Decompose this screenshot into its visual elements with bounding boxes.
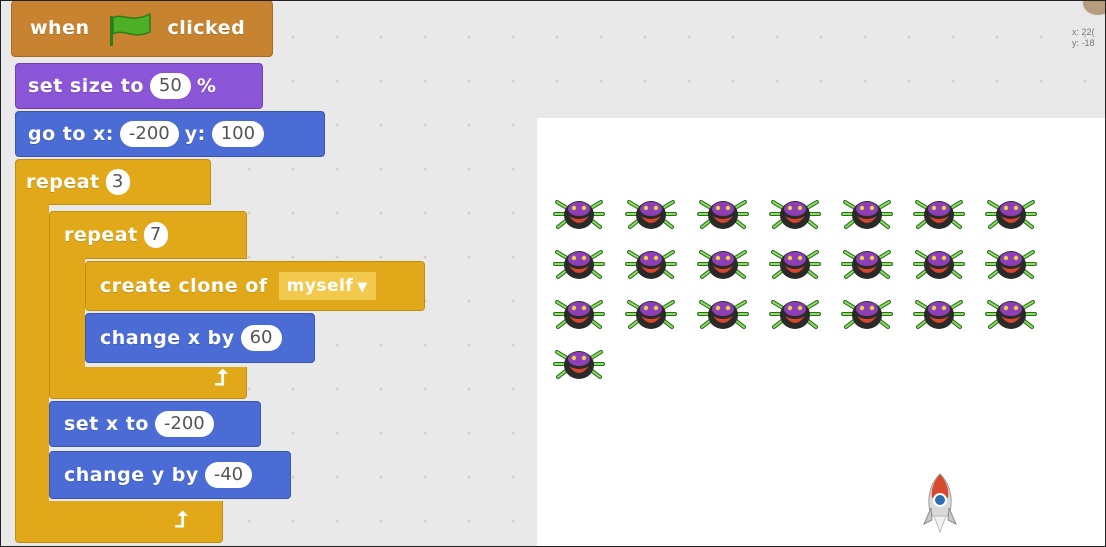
- repeat-outer-loop-icon: ⮥: [175, 507, 188, 532]
- go-to-xy-block[interactable]: go to x: -200 y: 100: [15, 111, 325, 157]
- beetle-clone-icon[interactable]: [985, 194, 1037, 234]
- clone-grid: [553, 194, 1049, 379]
- beetle-clone-icon[interactable]: [985, 294, 1037, 334]
- size-input[interactable]: 50: [149, 73, 191, 99]
- beetle-clone-icon[interactable]: [841, 194, 893, 234]
- stage[interactable]: [537, 118, 1105, 546]
- beetle-clone-icon[interactable]: [553, 344, 605, 384]
- beetle-clone-icon[interactable]: [697, 294, 749, 334]
- beetle-clone-icon[interactable]: [553, 194, 605, 234]
- go-to-y-input[interactable]: 100: [211, 121, 265, 147]
- set-x-block[interactable]: set x to -200: [49, 401, 261, 447]
- beetle-clone-icon[interactable]: [625, 194, 677, 234]
- repeat-inner-loop-icon: ⮥: [215, 365, 228, 390]
- clone-target-value: myself: [286, 276, 354, 296]
- beetle-clone-icon[interactable]: [625, 294, 677, 334]
- repeat-outer-foot: [15, 501, 223, 543]
- create-clone-label: create clone of: [100, 275, 268, 297]
- repeat-outer-count[interactable]: 3: [105, 169, 130, 195]
- beetle-clone-icon[interactable]: [913, 244, 965, 284]
- go-to-x-input[interactable]: -200: [119, 121, 179, 147]
- beetle-clone-icon[interactable]: [697, 194, 749, 234]
- beetle-clone-icon[interactable]: [769, 194, 821, 234]
- go-to-y-label: y:: [184, 123, 206, 145]
- set-x-label: set x to: [64, 413, 149, 435]
- scripts-area: when clicked set size to 50 % go to x: -…: [0, 0, 1106, 547]
- beetle-clone-icon[interactable]: [769, 244, 821, 284]
- beetle-clone-icon[interactable]: [841, 244, 893, 284]
- beetle-clone-icon[interactable]: [553, 244, 605, 284]
- change-x-block[interactable]: change x by 60: [85, 313, 315, 363]
- beetle-clone-icon[interactable]: [985, 244, 1037, 284]
- when-flag-clicked-block[interactable]: when clicked: [11, 1, 273, 57]
- hat-prefix: when: [30, 17, 90, 39]
- beetle-clone-icon[interactable]: [697, 244, 749, 284]
- size-unit: %: [196, 75, 217, 97]
- repeat-outer-label: repeat: [26, 171, 100, 193]
- mouse-x: x: 22(: [1072, 27, 1095, 37]
- change-x-label: change x by: [100, 327, 235, 349]
- rocket-icon[interactable]: [922, 472, 958, 534]
- repeat-outer-arm: [15, 203, 49, 503]
- beetle-clone-icon[interactable]: [913, 294, 965, 334]
- change-y-label: change y by: [64, 464, 199, 486]
- mouse-coordinates: x: 22( y: -18: [1072, 27, 1095, 49]
- mouse-y: y: -18: [1072, 38, 1095, 48]
- repeat-inner-label: repeat: [64, 224, 138, 246]
- beetle-clone-icon[interactable]: [625, 244, 677, 284]
- change-y-input[interactable]: -40: [204, 462, 253, 488]
- beetle-clone-icon[interactable]: [553, 294, 605, 334]
- beetle-clone-icon[interactable]: [769, 294, 821, 334]
- sprite-thumbnail[interactable]: [1081, 1, 1105, 17]
- chevron-down-icon: ▼: [357, 280, 368, 295]
- repeat-inner-block[interactable]: repeat 7: [49, 211, 247, 259]
- set-size-label: set size to: [28, 75, 144, 97]
- repeat-outer-block[interactable]: repeat 3: [15, 159, 211, 205]
- green-flag-icon: [106, 10, 154, 46]
- repeat-inner-count[interactable]: 7: [143, 222, 168, 248]
- clone-target-dropdown[interactable]: myself ▼: [277, 271, 377, 301]
- beetle-clone-icon[interactable]: [841, 294, 893, 334]
- beetle-clone-icon[interactable]: [913, 194, 965, 234]
- set-size-block[interactable]: set size to 50 %: [15, 63, 263, 109]
- create-clone-block[interactable]: create clone of myself ▼: [85, 261, 425, 311]
- repeat-inner-arm: [49, 257, 85, 369]
- change-x-input[interactable]: 60: [240, 325, 282, 351]
- go-to-x-label: go to x:: [28, 123, 114, 145]
- set-x-input[interactable]: -200: [154, 411, 214, 437]
- hat-suffix: clicked: [167, 17, 246, 39]
- change-y-block[interactable]: change y by -40: [49, 451, 291, 499]
